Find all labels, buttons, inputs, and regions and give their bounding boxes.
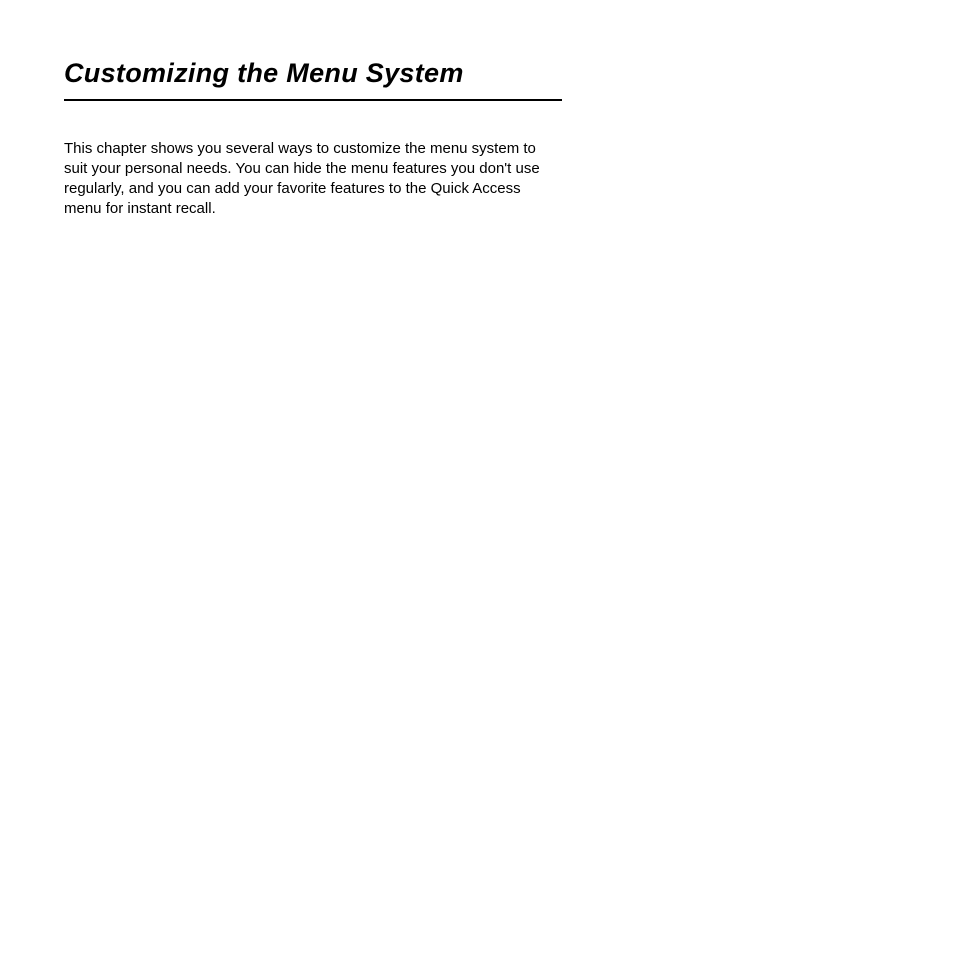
chapter-title: Customizing the Menu System (64, 58, 562, 101)
chapter-intro-paragraph: This chapter shows you several ways to c… (64, 139, 562, 219)
page-content: Customizing the Menu System This chapter… (64, 58, 562, 219)
